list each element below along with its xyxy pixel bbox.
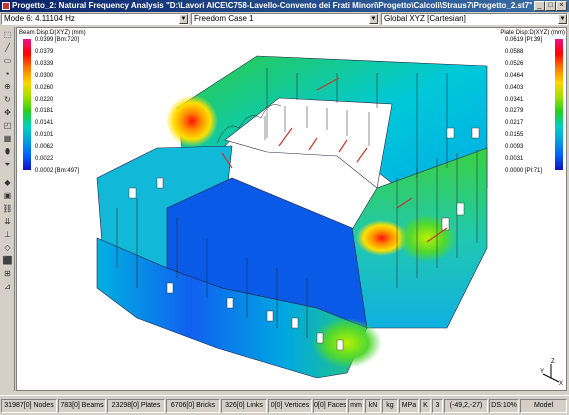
plate-legend-value: 0.0526: [505, 60, 524, 67]
status-unit-temperature[interactable]: K: [420, 399, 431, 413]
freedom-case-select[interactable]: Freedom Case 1 ▼: [191, 13, 379, 25]
status-ds: DS:10%: [489, 399, 519, 413]
selection-bar: Mode 6: 4.11104 Hz ▼ Freedom Case 1 ▼ Gl…: [0, 12, 569, 26]
chevron-down-icon[interactable]: ▼: [558, 14, 567, 24]
x-axis-label: X: [559, 381, 563, 386]
beam-legend-value: 0.0379: [35, 48, 54, 55]
beam-legend-title: Beam Disp:D(XYZ) (mm): [19, 30, 86, 36]
brick-icon[interactable]: ▣: [2, 190, 13, 201]
plate-legend-value: 0.0217: [505, 120, 524, 127]
link-icon[interactable]: ⛓: [2, 203, 13, 214]
rotate-icon[interactable]: ↻: [2, 94, 13, 105]
filter-icon[interactable]: ⏷: [2, 159, 13, 170]
plate-legend-value: 0.0279: [505, 108, 524, 115]
beam-displacement-legend: Beam Disp:D(XYZ) (mm) 0.0399 [Bm:720] 0.0…: [19, 30, 119, 174]
fem-model-render[interactable]: [17, 28, 567, 391]
rectangle-icon[interactable]: ▭: [2, 55, 13, 66]
window-title: Progetto_2: Natural Frequency Analysis "…: [12, 1, 532, 10]
plate-legend-value: 0.0000 [Pl:71]: [505, 168, 543, 174]
app-icon[interactable]: [2, 2, 10, 10]
beam-legend-value: 0.0399 [Bm:720]: [35, 37, 80, 43]
beam-legend-colorbar: [23, 39, 31, 170]
status-beams: 783[0] Beams: [58, 399, 106, 413]
support-icon[interactable]: ⊥: [2, 229, 13, 240]
plate-legend-value: 0.0093: [505, 144, 524, 151]
status-faces: 0[0] Faces: [313, 399, 347, 413]
plate-displacement-legend: Plate Disp:D(XYZ) (mm) 0.0619 [Pl:39] 0.0…: [487, 30, 566, 174]
chevron-down-icon[interactable]: ▼: [369, 14, 378, 24]
mode-select-value: Mode 6: 4.11104 Hz: [4, 14, 75, 23]
status-unit-force[interactable]: kN: [365, 399, 381, 413]
beam-legend-value: 0.0141: [35, 120, 54, 127]
close-button[interactable]: ×: [556, 1, 567, 11]
status-unit-length[interactable]: mm: [348, 399, 364, 413]
model-viewport[interactable]: Beam Disp:D(XYZ) (mm) 0.0399 [Bm:720] 0.0…: [16, 27, 567, 391]
freedom-case-value: Freedom Case 1: [194, 14, 254, 23]
axis-icon[interactable]: ⊿: [2, 281, 13, 292]
plate-legend-value: 0.0588: [505, 48, 524, 55]
plate-legend-colorbar: [555, 39, 563, 170]
line-icon[interactable]: ╱: [2, 42, 13, 53]
beam-legend-value: 0.0220: [35, 96, 54, 103]
cube-icon[interactable]: ⬛: [2, 255, 13, 266]
axis-triad: Z Y X: [540, 359, 563, 386]
plate-legend-value: 0.0403: [505, 84, 524, 91]
beam-legend-value: 0.0101: [35, 132, 54, 139]
node-icon[interactable]: ▪: [2, 68, 13, 79]
plate-icon[interactable]: ◇: [2, 242, 13, 253]
pan-icon[interactable]: ✥: [2, 107, 13, 118]
maximize-button[interactable]: □: [545, 1, 556, 11]
view-icon[interactable]: ◰: [2, 120, 13, 131]
beam-legend-value: 0.0339: [35, 60, 54, 67]
zoom-icon[interactable]: ⊕: [2, 81, 13, 92]
title-bar[interactable]: Progetto_2: Natural Frequency Analysis "…: [0, 0, 569, 12]
select-icon[interactable]: ⬚: [2, 29, 13, 40]
beam-legend-value: 0.0181: [35, 108, 54, 115]
status-nodes: 31987[0] Nodes: [1, 399, 57, 413]
left-toolbar: ⬚ ╱ ▭ ▪ ⊕ ↻ ✥ ◰ ▦ ⬮ ⏷ ◆ ▣ ⛓ ⇊ ⊥ ◇ ⬛ ⊞ ⊿: [0, 27, 15, 391]
plate-legend-value: 0.0341: [505, 96, 524, 103]
beam-legend-value: 0.0260: [35, 84, 54, 91]
beam-legend-value: 0.0300: [35, 72, 54, 79]
grid-icon[interactable]: ⊞: [2, 268, 13, 279]
status-value: 3: [432, 399, 443, 413]
beam-legend-value: 0.0062: [35, 144, 54, 151]
z-axis-label: Z: [551, 359, 555, 365]
status-bar: 31987[0] Nodes 783[0] Beams 23298[0] Pla…: [0, 395, 569, 415]
status-unit-mass[interactable]: kg: [382, 399, 398, 413]
plate-legend-title: Plate Disp:D(XYZ) (mm): [500, 30, 565, 36]
status-plates: 23298[0] Plates: [107, 399, 165, 413]
plate-legend-value: 0.0031: [505, 156, 524, 163]
status-mode: Model: [520, 399, 567, 413]
coordinate-system-value: Global XYZ [Cartesian]: [384, 14, 466, 23]
application-window: Progetto_2: Natural Frequency Analysis "…: [0, 0, 569, 415]
status-coordinates: (-49,2,-27): [444, 399, 488, 413]
load-icon[interactable]: ⇊: [2, 216, 13, 227]
status-vertices: 0[0] Vertices: [268, 399, 312, 413]
plate-legend-value: 0.0155: [505, 132, 524, 139]
chevron-down-icon[interactable]: ▼: [179, 14, 188, 24]
beam-legend-value: 0.0002 [Bm:497]: [35, 168, 80, 174]
minimize-button[interactable]: _: [534, 1, 545, 11]
status-links: 326[0] Links: [221, 399, 267, 413]
status-unit-stress[interactable]: MPa: [399, 399, 419, 413]
plate-legend-value: 0.0619 [Pl:39]: [505, 37, 543, 43]
coordinate-system-select[interactable]: Global XYZ [Cartesian] ▼: [381, 13, 568, 25]
mesh-icon[interactable]: ▦: [2, 133, 13, 144]
mode-select[interactable]: Mode 6: 4.11104 Hz ▼: [1, 13, 189, 25]
plate-legend-value: 0.0464: [505, 72, 524, 79]
cylinder-icon[interactable]: ⬮: [2, 146, 13, 157]
status-bricks: 6706[0] Bricks: [166, 399, 220, 413]
element-icon[interactable]: ◆: [2, 177, 13, 188]
beam-legend-value: 0.0022: [35, 156, 54, 163]
y-axis-label: Y: [540, 369, 544, 375]
